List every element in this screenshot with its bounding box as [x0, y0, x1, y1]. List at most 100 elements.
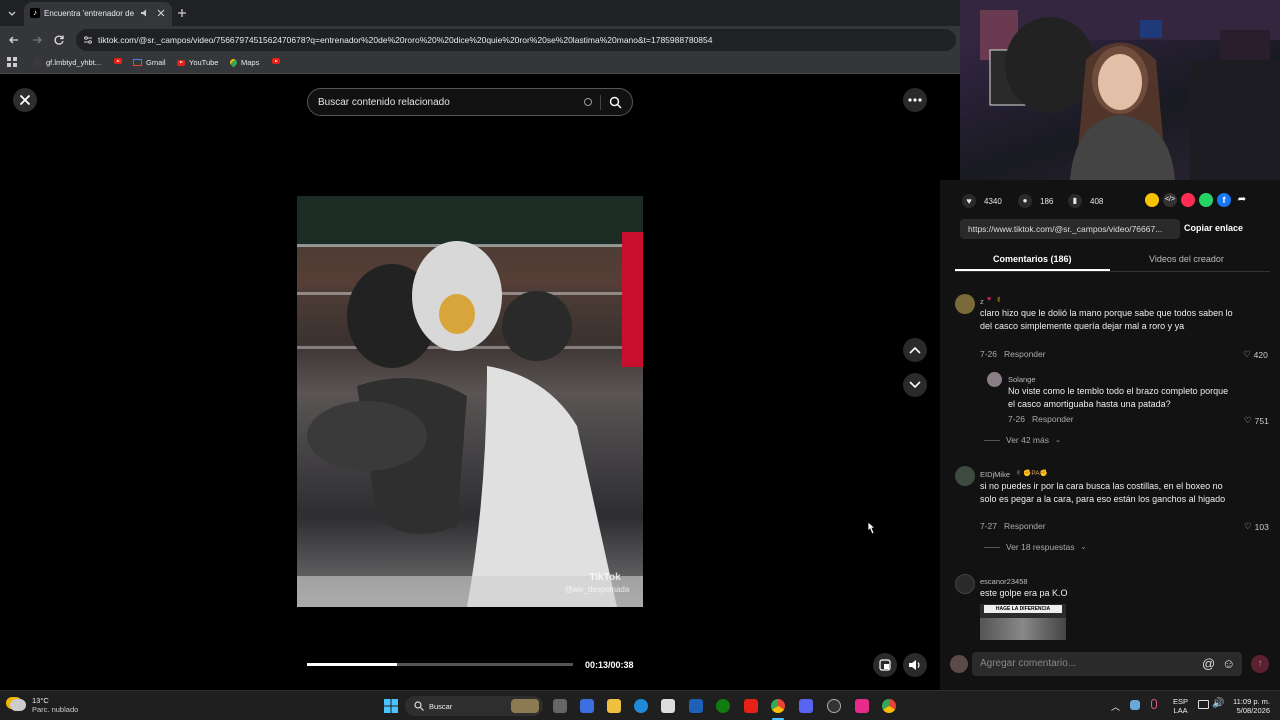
address-bar[interactable]: tiktok.com/@sr._campos/video/75667974515… — [76, 29, 956, 51]
avatar[interactable] — [987, 372, 1002, 387]
coin-share-icon[interactable] — [1145, 193, 1159, 207]
bookmark-item[interactable]: gf.lmbtyd_yhbt... — [34, 58, 101, 67]
tray-app-icon[interactable] — [1130, 700, 1140, 710]
next-video-button[interactable] — [903, 373, 927, 397]
bookmark-youtube[interactable]: YouTube — [177, 58, 218, 67]
post-comment-button[interactable]: ↑ — [1251, 655, 1269, 673]
bookmark-youtube-shortcut[interactable] — [272, 58, 280, 64]
clear-search-icon[interactable] — [584, 98, 592, 106]
display-icon[interactable] — [1198, 700, 1209, 709]
avatar[interactable] — [955, 466, 975, 486]
send-share-icon[interactable] — [1181, 193, 1195, 207]
search-icon — [414, 701, 424, 711]
comments-stat[interactable]: ● 186 — [1018, 194, 1053, 208]
widgets-icon[interactable] — [580, 699, 594, 713]
chrome-icon[interactable] — [771, 699, 785, 713]
comment-text: si no puedes ir por la cara busca las co… — [980, 481, 1226, 504]
site-info-icon[interactable] — [83, 35, 93, 45]
weather-widget[interactable]: 13°C Parc. nublado — [10, 696, 78, 714]
whatsapp-icon[interactable] — [1199, 193, 1213, 207]
browser-toolbar: tiktok.com/@sr._campos/video/75667974515… — [0, 26, 960, 52]
video-player[interactable]: TikTok @ale_despeinada — [297, 196, 643, 607]
comment-image[interactable]: HAGE LA DIFERENCIA — [980, 604, 1066, 640]
youtube-icon[interactable] — [744, 699, 758, 713]
share-icons: </> f ➦ — [1145, 193, 1249, 207]
microphone-icon[interactable] — [1151, 699, 1157, 709]
avatar[interactable] — [955, 294, 975, 314]
previous-video-button[interactable] — [903, 338, 927, 362]
likes-stat[interactable]: ♥ 4340 — [962, 194, 1002, 208]
language-indicator[interactable]: ESP LAA — [1173, 697, 1188, 715]
tab-list-chevron-icon[interactable] — [6, 7, 18, 19]
comment-image-caption: HAGE LA DIFERENCIA — [984, 605, 1062, 613]
share-link-field[interactable]: https://www.tiktok.com/@sr._campos/video… — [960, 219, 1180, 239]
emoji-icon[interactable]: ☺ — [1222, 656, 1235, 671]
close-video-button[interactable] — [13, 88, 37, 112]
view-more-replies[interactable]: Ver 42 más ⌄ — [984, 435, 1061, 445]
tab-creator-videos[interactable]: Videos del creador — [1149, 254, 1224, 264]
windows-logo-icon — [384, 699, 398, 713]
heart-emoji-icon: ♥ — [987, 296, 992, 303]
related-search-input[interactable]: Buscar contenido relacionado — [307, 88, 633, 116]
comment-like-button[interactable]: ♡ 103 — [1244, 521, 1269, 532]
new-tab-icon[interactable] — [176, 6, 188, 18]
video-frame-image: TikTok @ale_despeinada — [297, 196, 643, 607]
comment-like-button[interactable]: ♡ 420 — [1243, 349, 1268, 360]
bookmark-maps[interactable]: Maps — [228, 57, 259, 68]
reply-button[interactable]: Responder — [1032, 414, 1074, 424]
bookmark-gmail[interactable]: Gmail — [133, 58, 166, 67]
reply-button[interactable]: Responder — [1004, 521, 1046, 531]
reply-button[interactable]: Responder — [1004, 349, 1046, 359]
view-more-replies[interactable]: Ver 18 respuestas ⌄ — [984, 542, 1086, 552]
share-arrow-icon[interactable]: ➦ — [1235, 193, 1249, 207]
store-icon[interactable] — [661, 699, 675, 713]
search-icon[interactable] — [609, 96, 622, 109]
discord-icon[interactable] — [799, 699, 813, 713]
volume-icon[interactable]: 🔊 — [1212, 698, 1224, 709]
clock[interactable]: 11:09 p. m. 5/08/2026 — [1232, 697, 1270, 715]
obs-icon[interactable] — [827, 699, 841, 713]
copy-link-button[interactable]: Copiar enlace — [1184, 223, 1243, 233]
more-options-button[interactable] — [903, 88, 927, 112]
chevron-up-icon — [909, 346, 921, 354]
close-icon — [19, 94, 31, 106]
volume-button[interactable] — [903, 653, 927, 677]
comment-date: 7-26 — [980, 349, 998, 359]
browser-tab[interactable]: ♪ Encuentra 'entrenador de r... — [24, 2, 172, 26]
app-icon[interactable] — [855, 699, 869, 713]
edge-icon[interactable] — [634, 699, 648, 713]
volume-icon — [909, 660, 920, 670]
tray-chevron-icon[interactable]: ︿ — [1111, 700, 1120, 713]
tab-divider — [955, 271, 1270, 272]
url-text: tiktok.com/@sr._campos/video/75667974515… — [98, 35, 713, 45]
floating-player-button[interactable] — [873, 653, 897, 677]
task-view-icon[interactable] — [553, 699, 567, 713]
embed-code-icon[interactable]: </> — [1163, 193, 1177, 207]
forward-icon[interactable] — [31, 33, 43, 45]
back-icon[interactable] — [8, 33, 20, 45]
search-divider — [600, 95, 601, 110]
app-icon[interactable] — [689, 699, 703, 713]
tab-close-icon[interactable] — [156, 8, 166, 18]
facebook-icon[interactable]: f — [1217, 193, 1231, 207]
chevron-down-icon — [909, 381, 921, 389]
tab-audio-icon[interactable] — [140, 8, 150, 18]
saves-stat[interactable]: ▮ 408 — [1068, 194, 1103, 208]
video-progress-bar[interactable] — [307, 663, 573, 666]
weather-temp: 13°C — [32, 696, 49, 705]
apps-grid-icon[interactable] — [7, 57, 17, 67]
start-button[interactable] — [384, 699, 398, 713]
video-timecode: 00:13/00:38 — [585, 660, 634, 670]
comment-input[interactable]: Agregar comentario... @ ☺ — [972, 652, 1242, 676]
chrome-icon[interactable] — [882, 699, 896, 713]
mention-icon[interactable]: @ — [1202, 656, 1215, 671]
comment-like-button[interactable]: ♡ 751 — [1244, 415, 1269, 426]
xbox-icon[interactable] — [716, 699, 730, 713]
tab-comments[interactable]: Comentarios (186) — [993, 254, 1072, 264]
reload-icon[interactable] — [53, 33, 65, 45]
bookmark-youtube-shortcut[interactable] — [114, 58, 122, 64]
bookmarks-bar: gf.lmbtyd_yhbt... Gmail YouTube Maps — [0, 52, 960, 74]
file-explorer-icon[interactable] — [607, 699, 621, 713]
taskbar-search[interactable]: Buscar — [405, 696, 543, 716]
avatar[interactable] — [955, 574, 975, 594]
